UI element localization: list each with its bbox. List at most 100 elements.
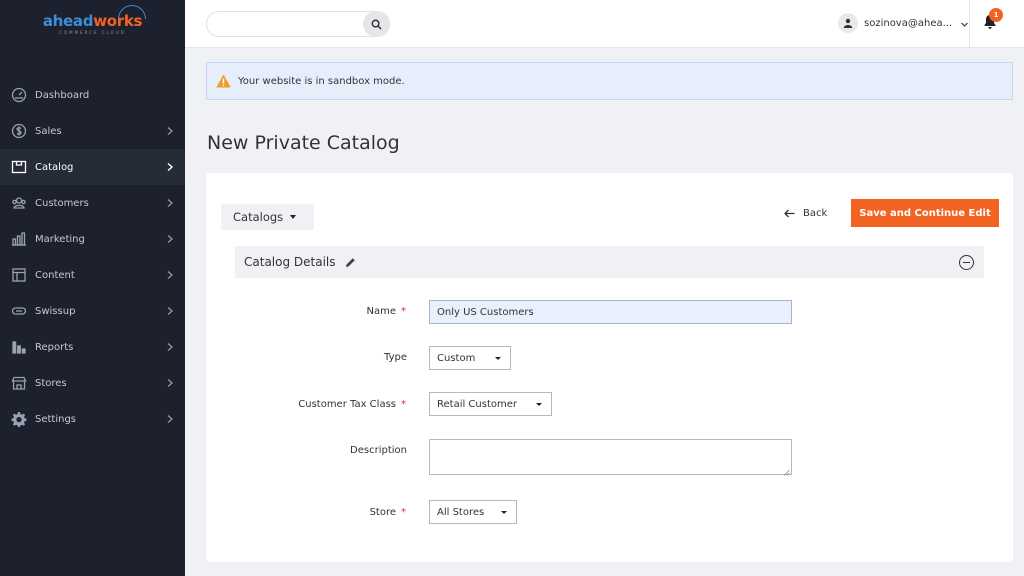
chevron-right-icon xyxy=(165,270,175,280)
avatar xyxy=(838,13,858,33)
sidebar-item-sales[interactable]: Sales xyxy=(0,113,185,149)
logo[interactable]: aheadworks COMMERCE CLOUD xyxy=(0,0,185,48)
store-label: Store * xyxy=(226,507,406,518)
type-select[interactable]: Custom xyxy=(429,346,511,370)
content-icon xyxy=(10,266,28,284)
back-label: Back xyxy=(803,207,828,219)
type-label: Type xyxy=(226,352,407,363)
sidebar-item-dashboard[interactable]: Dashboard xyxy=(0,77,185,113)
caret-down-icon xyxy=(495,357,501,360)
minus-icon xyxy=(963,261,970,264)
type-label-text: Type xyxy=(384,352,407,363)
notification-badge: 1 xyxy=(989,8,1003,22)
chevron-right-icon xyxy=(165,306,175,316)
warning-icon xyxy=(216,74,231,88)
marketing-icon xyxy=(10,230,28,248)
sidebar-item-label: Settings xyxy=(35,413,77,425)
back-button[interactable]: Back xyxy=(784,205,827,221)
name-field[interactable]: Only US Customers xyxy=(429,300,792,324)
chevron-down-icon xyxy=(960,19,969,28)
sidebar-item-customers[interactable]: Customers xyxy=(0,185,185,221)
search-button[interactable] xyxy=(363,11,389,37)
sidebar-item-label: Swissup xyxy=(35,305,76,317)
sidebar-item-label: Marketing xyxy=(35,233,85,245)
chevron-right-icon xyxy=(165,342,175,352)
sidebar-item-catalog[interactable]: Catalog xyxy=(0,149,185,185)
name-label-text: Name xyxy=(366,306,396,317)
sidebar-item-content[interactable]: Content xyxy=(0,257,185,293)
customers-icon xyxy=(10,194,28,212)
sidebar-item-label: Catalog xyxy=(35,161,74,173)
catalog-icon xyxy=(10,158,28,176)
user-name: sozinova@ahea... xyxy=(864,17,953,29)
sidebar-item-label: Customers xyxy=(35,197,89,209)
search-icon xyxy=(371,19,382,30)
sidebar-item-label: Content xyxy=(35,269,75,281)
store-select[interactable]: All Stores xyxy=(429,500,517,524)
catalog-form-card: Catalogs Back Save and Continue Edit Cat… xyxy=(206,173,1013,562)
caret-down-icon xyxy=(501,511,507,514)
logo-subtitle: COMMERCE CLOUD xyxy=(59,30,126,35)
cloud-icon xyxy=(118,5,147,19)
sidebar-item-label: Stores xyxy=(35,377,67,389)
chevron-right-icon xyxy=(165,414,175,424)
sidebar-item-settings[interactable]: Settings xyxy=(0,401,185,437)
catalog-details-header[interactable]: Catalog Details xyxy=(235,246,984,278)
description-textarea[interactable] xyxy=(429,439,792,476)
description-label-text: Description xyxy=(350,445,407,456)
logo-wordmark: aheadworks xyxy=(42,5,147,30)
pencil-icon[interactable] xyxy=(345,257,356,268)
header-divider xyxy=(969,0,970,48)
chevron-right-icon xyxy=(165,378,175,388)
sidebar-item-marketing[interactable]: Marketing xyxy=(0,221,185,257)
sidebar-item-swissup[interactable]: Swissup xyxy=(0,293,185,329)
tax-class-value: Retail Customer xyxy=(437,398,518,410)
sidebar-item-label: Dashboard xyxy=(35,89,90,101)
arrow-left-icon xyxy=(784,209,795,217)
section-title: Catalog Details xyxy=(244,255,336,269)
type-value: Custom xyxy=(437,352,476,364)
collapse-button[interactable] xyxy=(959,255,974,270)
sidebar-item-reports[interactable]: Reports xyxy=(0,329,185,365)
store-value: All Stores xyxy=(437,506,485,518)
sidebar: aheadworks COMMERCE CLOUD Dashboard Sale… xyxy=(0,0,185,576)
page-title: New Private Catalog xyxy=(207,132,400,154)
required-marker: * xyxy=(401,306,406,317)
resize-grip-icon[interactable] xyxy=(783,466,790,476)
dashboard-icon xyxy=(10,86,28,104)
caret-down-icon xyxy=(290,215,297,219)
user-icon xyxy=(843,18,853,28)
name-label: Name * xyxy=(226,306,406,317)
dollar-icon xyxy=(10,122,28,140)
notice-text: Your website is in sandbox mode. xyxy=(238,75,405,87)
required-marker: * xyxy=(401,507,406,518)
catalogs-dropdown[interactable]: Catalogs xyxy=(221,204,314,230)
sidebar-item-stores[interactable]: Stores xyxy=(0,365,185,401)
sidebar-item-label: Sales xyxy=(35,125,62,137)
chevron-right-icon xyxy=(165,162,175,172)
search-box xyxy=(206,11,390,37)
sidebar-item-label: Reports xyxy=(35,341,74,353)
tax-class-label: Customer Tax Class * xyxy=(226,399,406,410)
sandbox-notice: Your website is in sandbox mode. xyxy=(206,62,1013,100)
logo-part1: ahead xyxy=(42,12,94,30)
sidebar-nav: Dashboard Sales Catalog Customers Market… xyxy=(0,77,185,437)
chevron-right-icon xyxy=(165,234,175,244)
required-marker: * xyxy=(401,399,406,410)
caret-down-icon xyxy=(536,403,542,406)
reports-icon xyxy=(10,338,28,356)
top-header: sozinova@ahea... 1 xyxy=(185,0,1024,48)
tax-class-label-text: Customer Tax Class xyxy=(298,399,396,410)
chevron-right-icon xyxy=(165,126,175,136)
catalogs-dropdown-label: Catalogs xyxy=(233,210,284,224)
search-input[interactable] xyxy=(207,12,357,36)
chevron-right-icon xyxy=(165,198,175,208)
gear-icon xyxy=(10,410,28,428)
description-label: Description xyxy=(226,445,407,456)
user-menu[interactable]: sozinova@ahea... xyxy=(838,12,969,34)
swissup-icon xyxy=(10,302,28,320)
stores-icon xyxy=(10,374,28,392)
save-and-continue-button[interactable]: Save and Continue Edit xyxy=(851,199,999,227)
store-label-text: Store xyxy=(369,507,396,518)
tax-class-select[interactable]: Retail Customer xyxy=(429,392,552,416)
